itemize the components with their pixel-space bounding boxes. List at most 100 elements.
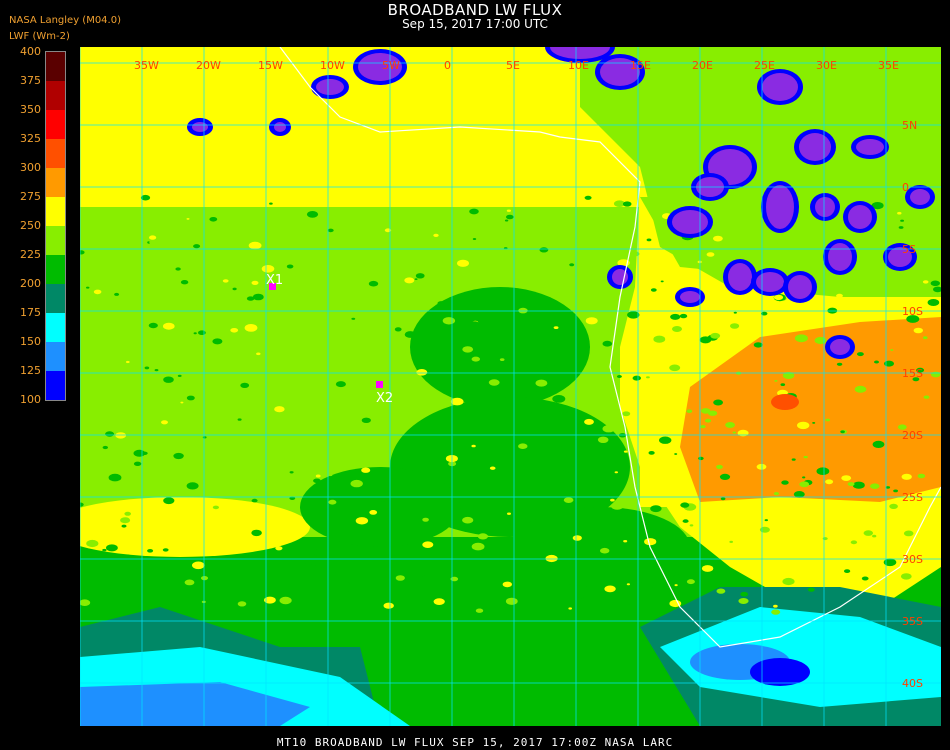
legend-tick-label: 350 [20,103,41,116]
longitude-label: 20W [196,59,221,72]
flux-speckle [459,506,470,513]
flux-speckle [889,503,898,509]
flux-speckle [415,273,425,279]
flux-speckle [646,238,652,242]
latitude-label: 35S [902,615,923,628]
flux-speckle [502,581,512,588]
flux-speckle [291,476,296,480]
flux-speckle [844,569,851,573]
legend-tick-label: 175 [20,306,41,319]
flux-speckle [773,492,780,496]
flux-speckle [269,202,273,205]
flux-speckle [335,381,346,388]
flux-speckle [125,214,130,217]
flux-speckle [650,288,657,292]
flux-speckle [780,535,792,542]
flux-speckle [802,476,806,479]
flux-speckle [764,519,768,522]
flux-speckle [223,228,230,232]
footer-caption: MT10 BROADBAND LW FLUX SEP 15, 2017 17:0… [276,736,674,749]
flux-speckle [450,397,464,406]
flux-speckle [462,346,474,353]
flux-speckle [553,326,559,329]
cloud-region [316,79,344,95]
flux-speckle [720,497,726,501]
cloud-region [756,272,784,292]
flux-speckle [328,499,337,505]
hot-spot [771,394,799,410]
flux-speckle [782,577,795,586]
flux-speckle [927,299,940,306]
flux-speckle [353,349,363,355]
legend-tick-label: 250 [20,219,41,232]
flux-speckle [863,530,873,536]
legend-tick-label: 400 [20,45,41,58]
flux-speckle [648,582,657,588]
flux-speckle [572,535,582,541]
flux-speckle [163,497,175,505]
flux-speckle [597,436,609,443]
flux-speckle [582,342,589,347]
flux-speckle [536,389,546,395]
flux-speckle [689,524,694,527]
organization-label: NASA Langley (M04.0) [9,15,121,26]
flux-speckle [163,376,174,383]
flux-speckle [923,395,930,399]
flux-speckle [102,445,108,450]
flux-speckle [256,352,261,356]
flux-speckle [180,280,189,285]
flux-speckle [230,328,239,333]
flux-speckle [816,467,830,476]
longitude-label: 0 [444,59,451,72]
cloud-region [848,205,872,229]
flux-speckle [701,573,706,576]
flux-speckle [499,358,505,361]
flux-speckle [716,464,723,469]
flux-speckle [489,466,496,470]
flux-speckle [679,313,688,319]
flux-speckle [254,539,267,547]
flux-speckle [184,579,195,586]
legend-tick-label: 375 [20,74,41,87]
flux-speckle [680,502,690,508]
cold-region [750,658,810,686]
flux-speckle [616,375,622,378]
flux-speckle [422,541,434,548]
flux-speckle [86,539,99,548]
flux-speckle [604,585,616,593]
flux-speckle [558,406,569,413]
flux-speckle [368,280,379,287]
flux-speckle [193,244,201,249]
flux-speckle [725,422,735,428]
flux-speckle [864,501,875,508]
flux-speckle [600,547,610,554]
flux-speckle [471,444,476,448]
flux-speckle [622,201,632,207]
flux-speckle [141,451,148,455]
longitude-label: 20E [692,59,713,72]
flux-speckle [382,340,388,344]
flux-speckle [395,351,408,359]
flux-speckle [807,587,815,592]
flux-speckle [422,517,429,522]
legend-tick-label: 325 [20,132,41,145]
flux-speckle [350,479,363,488]
flux-speckle [803,455,808,459]
flux-speckle [673,574,680,579]
flux-speckle [825,479,834,485]
legend-tick-label: 300 [20,161,41,174]
flux-speckle [850,540,858,545]
flux-speckle [852,481,865,489]
flux-speckle [289,471,294,474]
latitude-label: 20S [902,429,923,442]
flux-speckle [148,322,158,329]
flux-speckle [653,335,666,343]
flux-speckle [582,267,594,275]
flux-speckle [394,327,402,332]
cloud-region [799,133,831,161]
flux-speckle [237,601,247,607]
flux-speckle [378,328,382,331]
flux-speckle [771,609,781,615]
flux-speckle [542,538,551,544]
flux-speckle [753,342,763,348]
